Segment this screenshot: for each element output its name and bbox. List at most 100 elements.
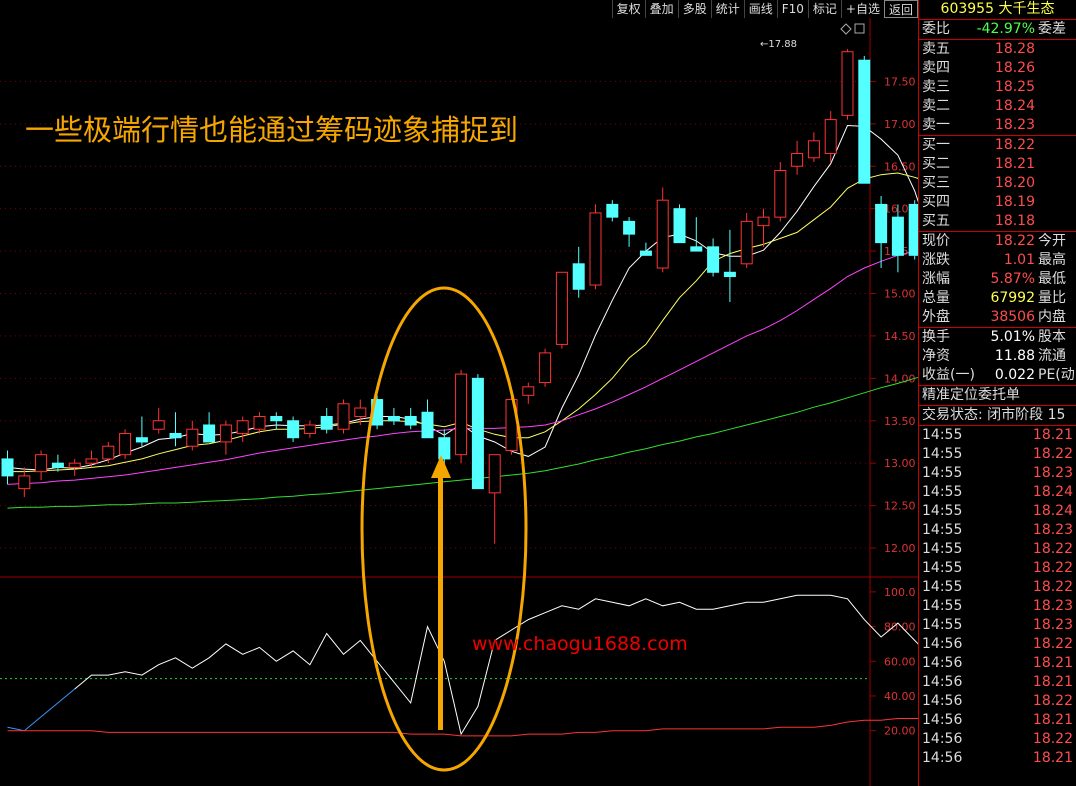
candle-body — [68, 462, 81, 468]
ask-price: 18.28 — [994, 41, 1035, 57]
quote-label: 涨跌 — [922, 252, 950, 268]
candle-body — [891, 216, 904, 256]
toolbar-button[interactable]: +自选 — [840, 0, 884, 18]
tick-price: 18.21 — [1032, 655, 1073, 671]
trade-status: 交易状态: 闭市阶段 15 — [919, 405, 1076, 425]
candle-body — [471, 377, 484, 490]
candle-body — [119, 432, 132, 456]
toolbar-button[interactable]: 叠加 — [644, 0, 678, 18]
tick-time: 14:56 — [922, 693, 963, 709]
tick-price: 18.22 — [1032, 446, 1073, 462]
bid-row: 买五 18.18 — [919, 212, 1076, 231]
tick-time: 14:56 — [922, 712, 963, 728]
quote-row: 涨跌 1.01 最高 — [919, 251, 1076, 270]
ask-vol — [1038, 59, 1076, 78]
quote-label2: 今开 — [1038, 233, 1066, 249]
tick-time: 14:55 — [922, 541, 963, 557]
candle-body — [421, 411, 434, 439]
tick-row: 14:56 18.22 — [919, 635, 1076, 654]
bid-label: 买五 — [922, 213, 950, 229]
toolbar-button[interactable]: 多股 — [677, 0, 711, 18]
bid-vol — [1038, 136, 1076, 155]
quote-label: 外盘 — [922, 309, 950, 325]
y-tick-label: 12.00 — [884, 542, 916, 555]
tick-row: 14:55 18.22 — [919, 559, 1076, 578]
y-tick-label: 12.50 — [884, 500, 916, 513]
tick-price: 18.22 — [1032, 693, 1073, 709]
osc-tick-label: 20.00 — [884, 725, 916, 738]
bid-price: 18.20 — [994, 175, 1035, 191]
ask-price: 18.25 — [994, 79, 1035, 95]
stats-list: 换手 5.01% 股本 净资 11.88 流通 收益(一) 0.022 PE(动 — [919, 327, 1076, 385]
tick-price: 18.22 — [1032, 579, 1073, 595]
candle-body — [656, 199, 669, 269]
quote-label2: 最高 — [1038, 252, 1066, 268]
bid-vol — [1038, 155, 1076, 174]
tick-row: 14:56 18.21 — [919, 711, 1076, 730]
bid-row: 买三 18.20 — [919, 174, 1076, 193]
tick-time: 14:55 — [922, 598, 963, 614]
tick-row: 14:55 18.24 — [919, 483, 1076, 502]
candle-body — [858, 59, 871, 184]
candle-body — [219, 424, 232, 443]
tick-time: 14:55 — [922, 427, 963, 443]
tick-price: 18.21 — [1032, 674, 1073, 690]
toolbar-button[interactable]: 返回 — [883, 0, 918, 18]
osc-tick-label: 40.00 — [884, 690, 916, 703]
tick-price: 18.21 — [1032, 750, 1073, 766]
candle-body — [186, 428, 199, 447]
quote-value: 1.01 — [1003, 252, 1035, 268]
watermark: www.chaogu1688.com — [472, 633, 688, 655]
stat-row: 换手 5.01% 股本 — [919, 328, 1076, 347]
candle-body — [337, 403, 350, 430]
toolbar-button[interactable]: F10 — [776, 0, 808, 18]
quote-label2: 最低 — [1038, 271, 1066, 287]
tick-time: 14:55 — [922, 579, 963, 595]
ask-price: 18.23 — [994, 117, 1035, 133]
tick-row: 14:56 18.21 — [919, 673, 1076, 692]
candle-body — [320, 416, 333, 430]
ask-list: 卖五 18.28 卖四 18.26 卖三 18.25 卖二 18.24 卖一 18.23 — [919, 39, 1076, 135]
candle-body — [707, 246, 720, 273]
candle-body — [354, 407, 367, 418]
bid-price: 18.19 — [994, 194, 1035, 210]
candle-body — [572, 263, 585, 290]
bid-vol — [1038, 212, 1076, 231]
quote-row: 现价 18.22 今开 — [919, 232, 1076, 251]
ask-vol — [1038, 40, 1076, 59]
ask-label: 卖一 — [922, 117, 950, 133]
tick-price: 18.22 — [1032, 541, 1073, 557]
candle-body — [18, 475, 31, 490]
tick-row: 14:56 18.21 — [919, 654, 1076, 673]
bid-price: 18.18 — [994, 213, 1035, 229]
stat-label2: PE(动 — [1038, 367, 1075, 383]
candle-body — [1, 458, 14, 477]
bid-price: 18.21 — [994, 156, 1035, 172]
stat-row: 净资 11.88 流通 — [919, 347, 1076, 366]
toolbar-button[interactable]: 统计 — [710, 0, 744, 18]
quote-label2: 量比 — [1038, 290, 1066, 306]
tick-row: 14:55 18.23 — [919, 464, 1076, 483]
tick-price: 18.22 — [1032, 731, 1073, 747]
toolbar-button[interactable]: 画线 — [743, 0, 777, 18]
toolbar-button[interactable]: 复权 — [611, 0, 645, 18]
osc-tick-label: 80.00 — [884, 621, 916, 634]
tick-price: 18.23 — [1032, 465, 1073, 481]
tick-time: 14:55 — [922, 484, 963, 500]
y-tick-label: 15.00 — [884, 288, 916, 301]
headline: 一些极端行情也能通过筹码迹象捕捉到 — [25, 113, 518, 147]
quote-panel: 603955 大千生态 委比 -42.97% 委差 卖五 18.28 卖四 18.26… — [918, 0, 1076, 786]
candle-body — [51, 462, 64, 468]
tick-time: 14:55 — [922, 522, 963, 538]
tick-time: 14:55 — [922, 446, 963, 462]
candle-body — [438, 437, 451, 460]
tick-row: 14:55 18.23 — [919, 521, 1076, 540]
tick-price: 18.21 — [1032, 712, 1073, 728]
ask-row: 卖三 18.25 — [919, 78, 1076, 97]
candle-body — [387, 416, 400, 422]
bid-list: 买一 18.22 买二 18.21 买三 18.20 买四 18.19 买五 18.18 — [919, 135, 1076, 231]
candle-body — [539, 352, 552, 384]
order-title[interactable]: 精准定位委托单 — [919, 385, 1076, 405]
tick-row: 14:56 18.22 — [919, 692, 1076, 711]
toolbar-button[interactable]: 标记 — [807, 0, 841, 18]
